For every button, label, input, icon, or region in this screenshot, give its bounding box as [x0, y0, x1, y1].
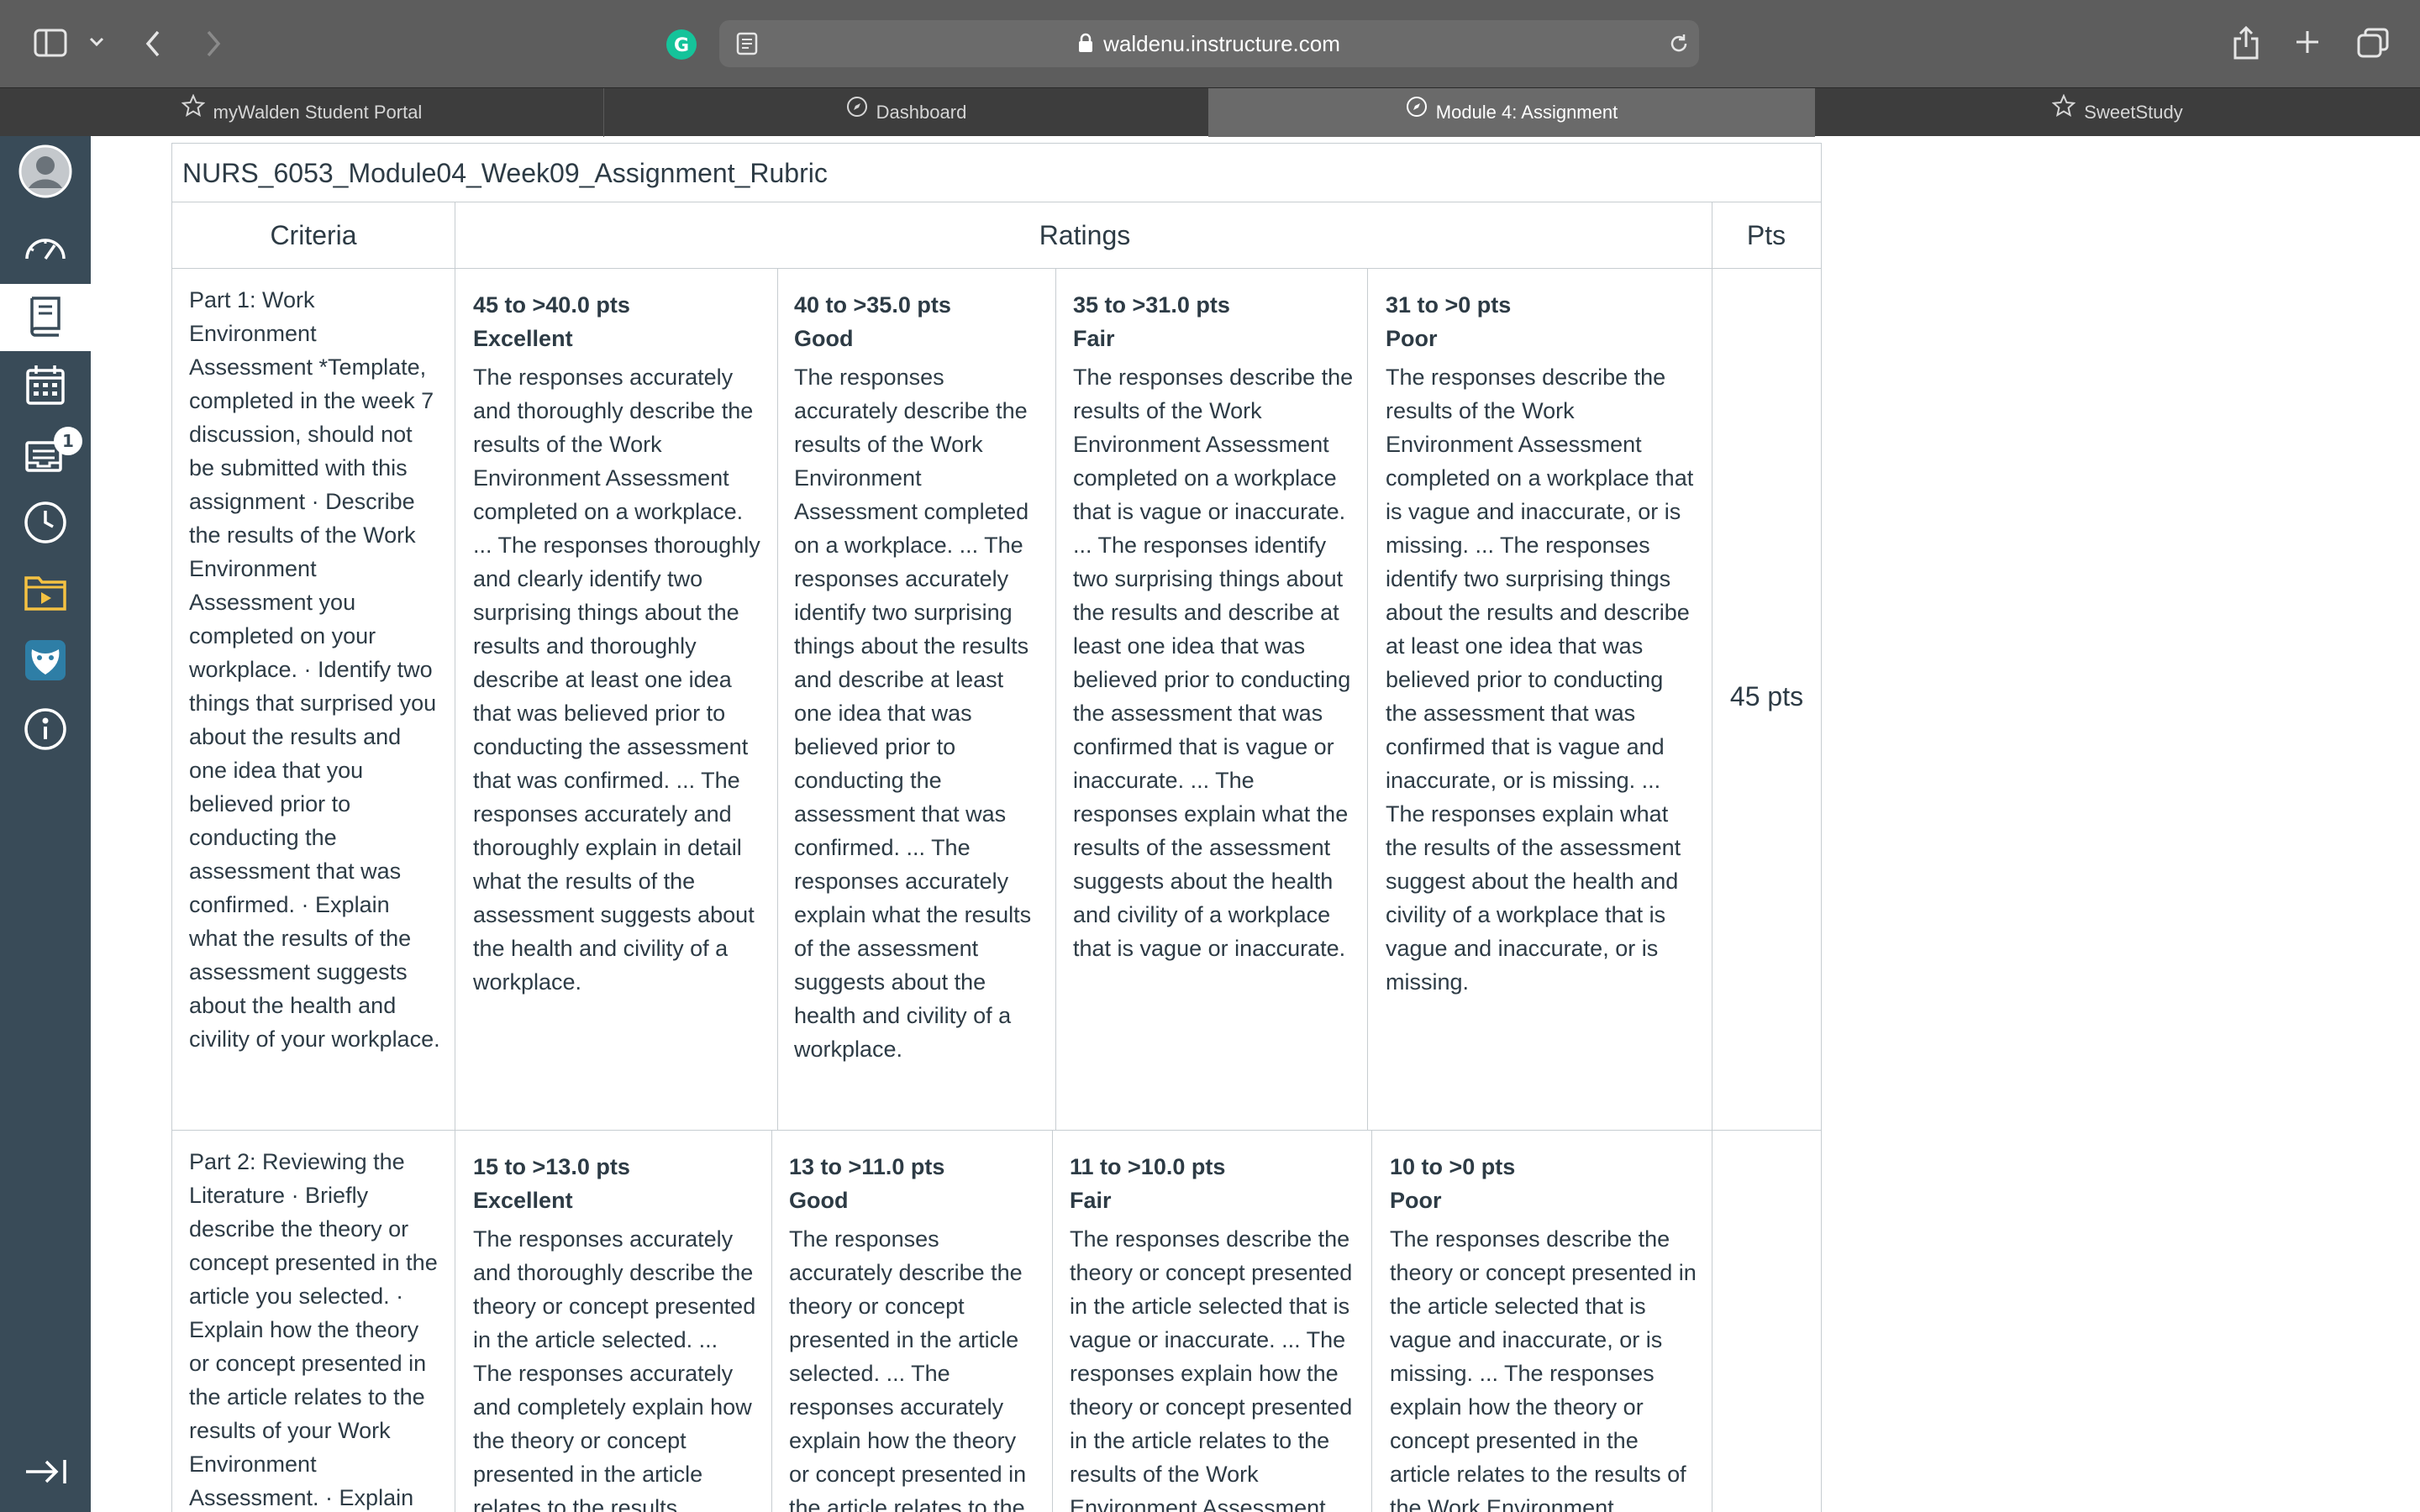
rating-description: The responses describe the results of th…: [1386, 365, 1694, 995]
nav-calendar[interactable]: [0, 353, 91, 420]
rating-divider: [771, 1130, 772, 1512]
tab-label: Module 4: Assignment: [1435, 102, 1618, 123]
browser-toolbar: G waldenu.instructure.com: [0, 0, 2420, 87]
nav-help[interactable]: [0, 697, 91, 764]
lock-icon: [1078, 22, 1093, 69]
rating-points: 15 to >13.0 pts: [473, 1154, 630, 1179]
speedometer-icon: [23, 230, 68, 267]
rating-points: 10 to >0 pts: [1390, 1154, 1516, 1179]
nav-collapse[interactable]: [0, 1440, 91, 1507]
rating-name: Excellent: [473, 326, 573, 351]
rating-name: Good: [794, 326, 854, 351]
folder-play-icon: [24, 571, 67, 615]
tab-label: myWalden Student Portal: [213, 102, 423, 123]
owl-icon: [24, 639, 66, 685]
avatar-icon: [18, 144, 72, 202]
rating-poor[interactable]: 10 to >0 pts Poor The responses describe…: [1390, 1150, 1697, 1512]
nav-dashboard[interactable]: [0, 215, 91, 282]
tab-dashboard[interactable]: Dashboard: [604, 88, 1208, 137]
info-icon: [24, 707, 67, 754]
rating-fair[interactable]: 35 to >31.0 pts Fair The responses descr…: [1073, 288, 1355, 965]
rating-points: 40 to >35.0 pts: [794, 292, 951, 318]
collapse-arrow-icon: [23, 1457, 68, 1490]
tab-label: SweetStudy: [2084, 102, 2183, 123]
row-divider: [172, 1130, 1821, 1131]
rating-points: 13 to >11.0 pts: [789, 1154, 945, 1179]
rating-description: The responses describe the results of th…: [1073, 365, 1354, 961]
compass-icon: [1406, 87, 1428, 136]
svg-text:G: G: [674, 35, 689, 56]
rating-points: 31 to >0 pts: [1386, 292, 1512, 318]
book-icon: [27, 295, 64, 340]
rubric-table: NURS_6053_Module04_Week09_Assignment_Rub…: [171, 143, 1822, 1512]
rating-description: The responses accurately and thoroughly …: [473, 365, 760, 995]
row-divider: [172, 268, 1821, 269]
star-icon: [2051, 87, 2076, 136]
compass-icon: [846, 87, 868, 136]
rating-description: The responses describe the theory or con…: [1390, 1226, 1697, 1512]
star-icon: [181, 87, 206, 136]
header-pts: Pts: [1746, 220, 1786, 250]
tab-bar: myWalden Student Portal Dashboard Module…: [0, 87, 2420, 137]
tab-module4-assignment[interactable]: Module 4: Assignment: [1208, 88, 1815, 137]
rating-name: Poor: [1390, 1188, 1442, 1213]
back-arrow-icon[interactable]: [143, 29, 163, 59]
tab-label: Dashboard: [876, 102, 967, 123]
rating-name: Excellent: [473, 1188, 573, 1213]
sidebar-toggle-icon[interactable]: [34, 29, 67, 57]
address-bar[interactable]: waldenu.instructure.com: [719, 20, 1699, 67]
rating-description: The responses describe the theory or con…: [1070, 1226, 1353, 1512]
unread-badge: 1: [54, 427, 82, 455]
header-criteria: Criteria: [270, 220, 357, 250]
tab-mywalden[interactable]: myWalden Student Portal: [0, 88, 603, 137]
nav-account[interactable]: [0, 139, 91, 207]
criterion-description: Part 1: Work Environment Assessment *Tem…: [189, 287, 440, 1052]
nav-courses[interactable]: [0, 284, 91, 351]
criterion-points: 45 pts: [1729, 681, 1804, 711]
rating-excellent[interactable]: 45 to >40.0 pts Excellent The responses …: [473, 288, 765, 999]
rubric-title: NURS_6053_Module04_Week09_Assignment_Rub…: [172, 144, 1821, 202]
rating-name: Poor: [1386, 326, 1438, 351]
global-navigation: 1: [0, 136, 91, 1512]
rating-divider: [1055, 268, 1056, 1130]
share-icon[interactable]: [2232, 25, 2260, 60]
tab-overview-icon[interactable]: [2356, 27, 2390, 59]
nav-inbox[interactable]: 1: [0, 422, 91, 489]
chevron-down-icon[interactable]: [89, 37, 104, 47]
nav-history[interactable]: [0, 491, 91, 558]
new-tab-icon[interactable]: [2294, 29, 2321, 55]
rating-good[interactable]: 40 to >35.0 pts Good The responses accur…: [794, 288, 1043, 1066]
rating-points: 35 to >31.0 pts: [1073, 292, 1230, 318]
rating-name: Fair: [1070, 1188, 1112, 1213]
rating-good[interactable]: 13 to >11.0 pts Good The responses accur…: [789, 1150, 1039, 1512]
header-ratings: Ratings: [1039, 220, 1131, 250]
rating-divider: [1371, 1130, 1372, 1512]
reload-icon[interactable]: [1667, 32, 1691, 55]
forward-arrow-icon[interactable]: [203, 29, 224, 59]
calendar-icon: [25, 364, 66, 409]
rating-divider: [1052, 1130, 1053, 1512]
rating-description: The responses accurately describe the re…: [794, 365, 1032, 1062]
grammarly-icon[interactable]: G: [666, 29, 697, 60]
rating-fair[interactable]: 11 to >10.0 pts Fair The responses descr…: [1070, 1150, 1359, 1512]
rating-points: 45 to >40.0 pts: [473, 292, 630, 318]
rating-name: Good: [789, 1188, 849, 1213]
rating-divider: [777, 268, 778, 1130]
rating-divider: [1367, 268, 1368, 1130]
rating-points: 11 to >10.0 pts: [1070, 1154, 1226, 1179]
rating-poor[interactable]: 31 to >0 pts Poor The responses describe…: [1386, 288, 1697, 999]
criterion-description: Part 2: Reviewing the Literature · Brief…: [189, 1149, 438, 1510]
rating-excellent[interactable]: 15 to >13.0 pts Excellent The responses …: [473, 1150, 760, 1512]
rating-name: Fair: [1073, 326, 1115, 351]
tab-sweetstudy[interactable]: SweetStudy: [1815, 88, 2420, 137]
clock-icon: [24, 501, 67, 548]
rating-description: The responses accurately describe the th…: [789, 1226, 1027, 1512]
address-text: waldenu.instructure.com: [1103, 31, 1340, 56]
nav-commons[interactable]: [0, 559, 91, 627]
nav-owl[interactable]: [0, 628, 91, 696]
rating-description: The responses accurately and thoroughly …: [473, 1226, 756, 1512]
